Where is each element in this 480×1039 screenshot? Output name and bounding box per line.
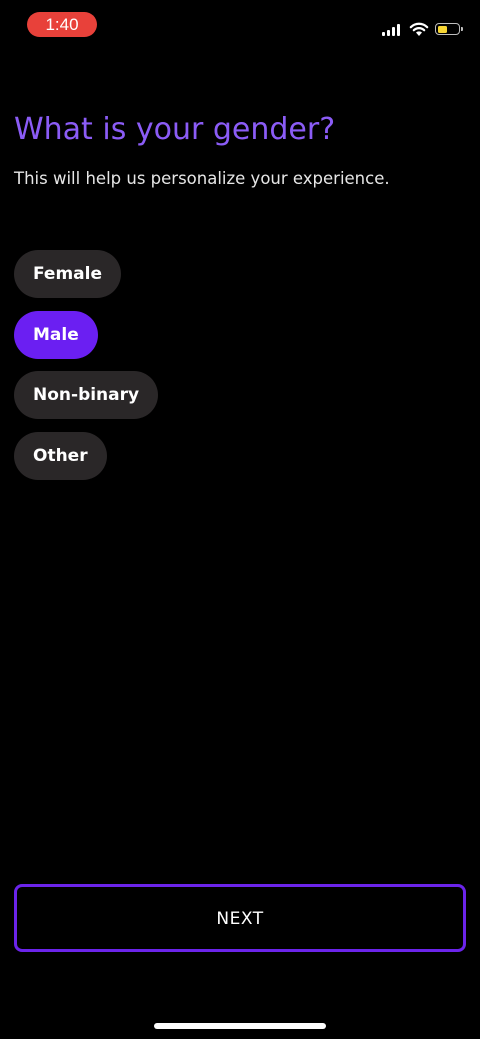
battery-icon [435, 23, 463, 35]
status-icons [382, 20, 463, 38]
option-other[interactable]: Other [14, 431, 107, 480]
home-indicator [154, 1023, 326, 1029]
status-bar: 1:40 [0, 0, 480, 48]
signal-icon [382, 23, 402, 36]
page-subtitle: This will help us personalize your exper… [14, 169, 390, 188]
wifi-icon [409, 22, 429, 36]
option-non-binary[interactable]: Non-binary [14, 371, 159, 419]
gender-options: Female Male Non-binary Other [14, 250, 159, 492]
option-female[interactable]: Female [14, 250, 121, 298]
page-title: What is your gender? [14, 112, 336, 147]
status-time: 1:40 [27, 12, 97, 37]
next-button[interactable]: NEXT [14, 884, 466, 952]
option-male[interactable]: Male [14, 310, 98, 359]
